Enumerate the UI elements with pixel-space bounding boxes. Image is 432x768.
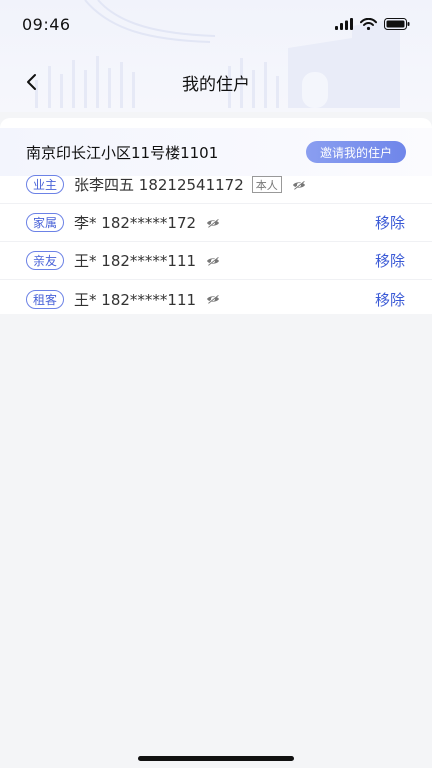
back-button[interactable] bbox=[16, 66, 48, 98]
residents-card: 南京印长江小区11号楼1101 邀请我的住户 业主 张李四五 182125411… bbox=[0, 118, 432, 314]
invite-residents-button[interactable]: 邀请我的住户 bbox=[305, 141, 406, 163]
list-item: 家属 李* 182*****172 移除 bbox=[0, 204, 432, 242]
battery-icon bbox=[384, 15, 410, 34]
chevron-left-icon bbox=[27, 74, 36, 90]
resident-name-phone: 王* 182*****111 bbox=[74, 290, 197, 309]
eye-off-icon[interactable] bbox=[206, 294, 220, 304]
remove-button[interactable]: 移除 bbox=[375, 250, 405, 271]
status-icons bbox=[335, 15, 410, 34]
role-tag: 家属 bbox=[26, 213, 65, 232]
remove-button[interactable]: 移除 bbox=[375, 212, 405, 233]
resident-list: 业主 张李四五 18212541172 本人 家属 李* 182*****172 bbox=[0, 166, 432, 318]
status-bar: 09:46 bbox=[0, 0, 432, 48]
home-indicator[interactable] bbox=[138, 756, 294, 761]
status-time: 09:46 bbox=[22, 14, 71, 34]
list-item: 租客 王* 182*****111 移除 bbox=[0, 280, 432, 318]
signal-icon bbox=[335, 15, 353, 34]
list-item: 亲友 王* 182*****111 移除 bbox=[0, 242, 432, 280]
resident-name-phone: 张李四五 18212541172 bbox=[74, 176, 244, 194]
role-tag: 租客 bbox=[26, 289, 65, 309]
eye-off-icon[interactable] bbox=[292, 179, 306, 190]
page-title: 我的住户 bbox=[182, 74, 250, 95]
role-tag: 业主 bbox=[26, 175, 65, 194]
eye-off-icon[interactable] bbox=[206, 255, 220, 266]
resident-name-phone: 李* 182*****172 bbox=[74, 214, 197, 232]
self-tag: 本人 bbox=[251, 176, 282, 193]
navigation-bar: 我的住户 bbox=[0, 60, 432, 104]
list-item: 业主 张李四五 18212541172 本人 bbox=[0, 166, 432, 204]
address-text: 南京印长江小区11号楼1101 bbox=[26, 143, 219, 162]
resident-name-phone: 王* 182*****111 bbox=[74, 252, 197, 270]
role-tag: 亲友 bbox=[26, 251, 65, 270]
eye-off-icon[interactable] bbox=[206, 217, 220, 228]
remove-button[interactable]: 移除 bbox=[375, 289, 405, 310]
wifi-icon bbox=[360, 15, 377, 34]
